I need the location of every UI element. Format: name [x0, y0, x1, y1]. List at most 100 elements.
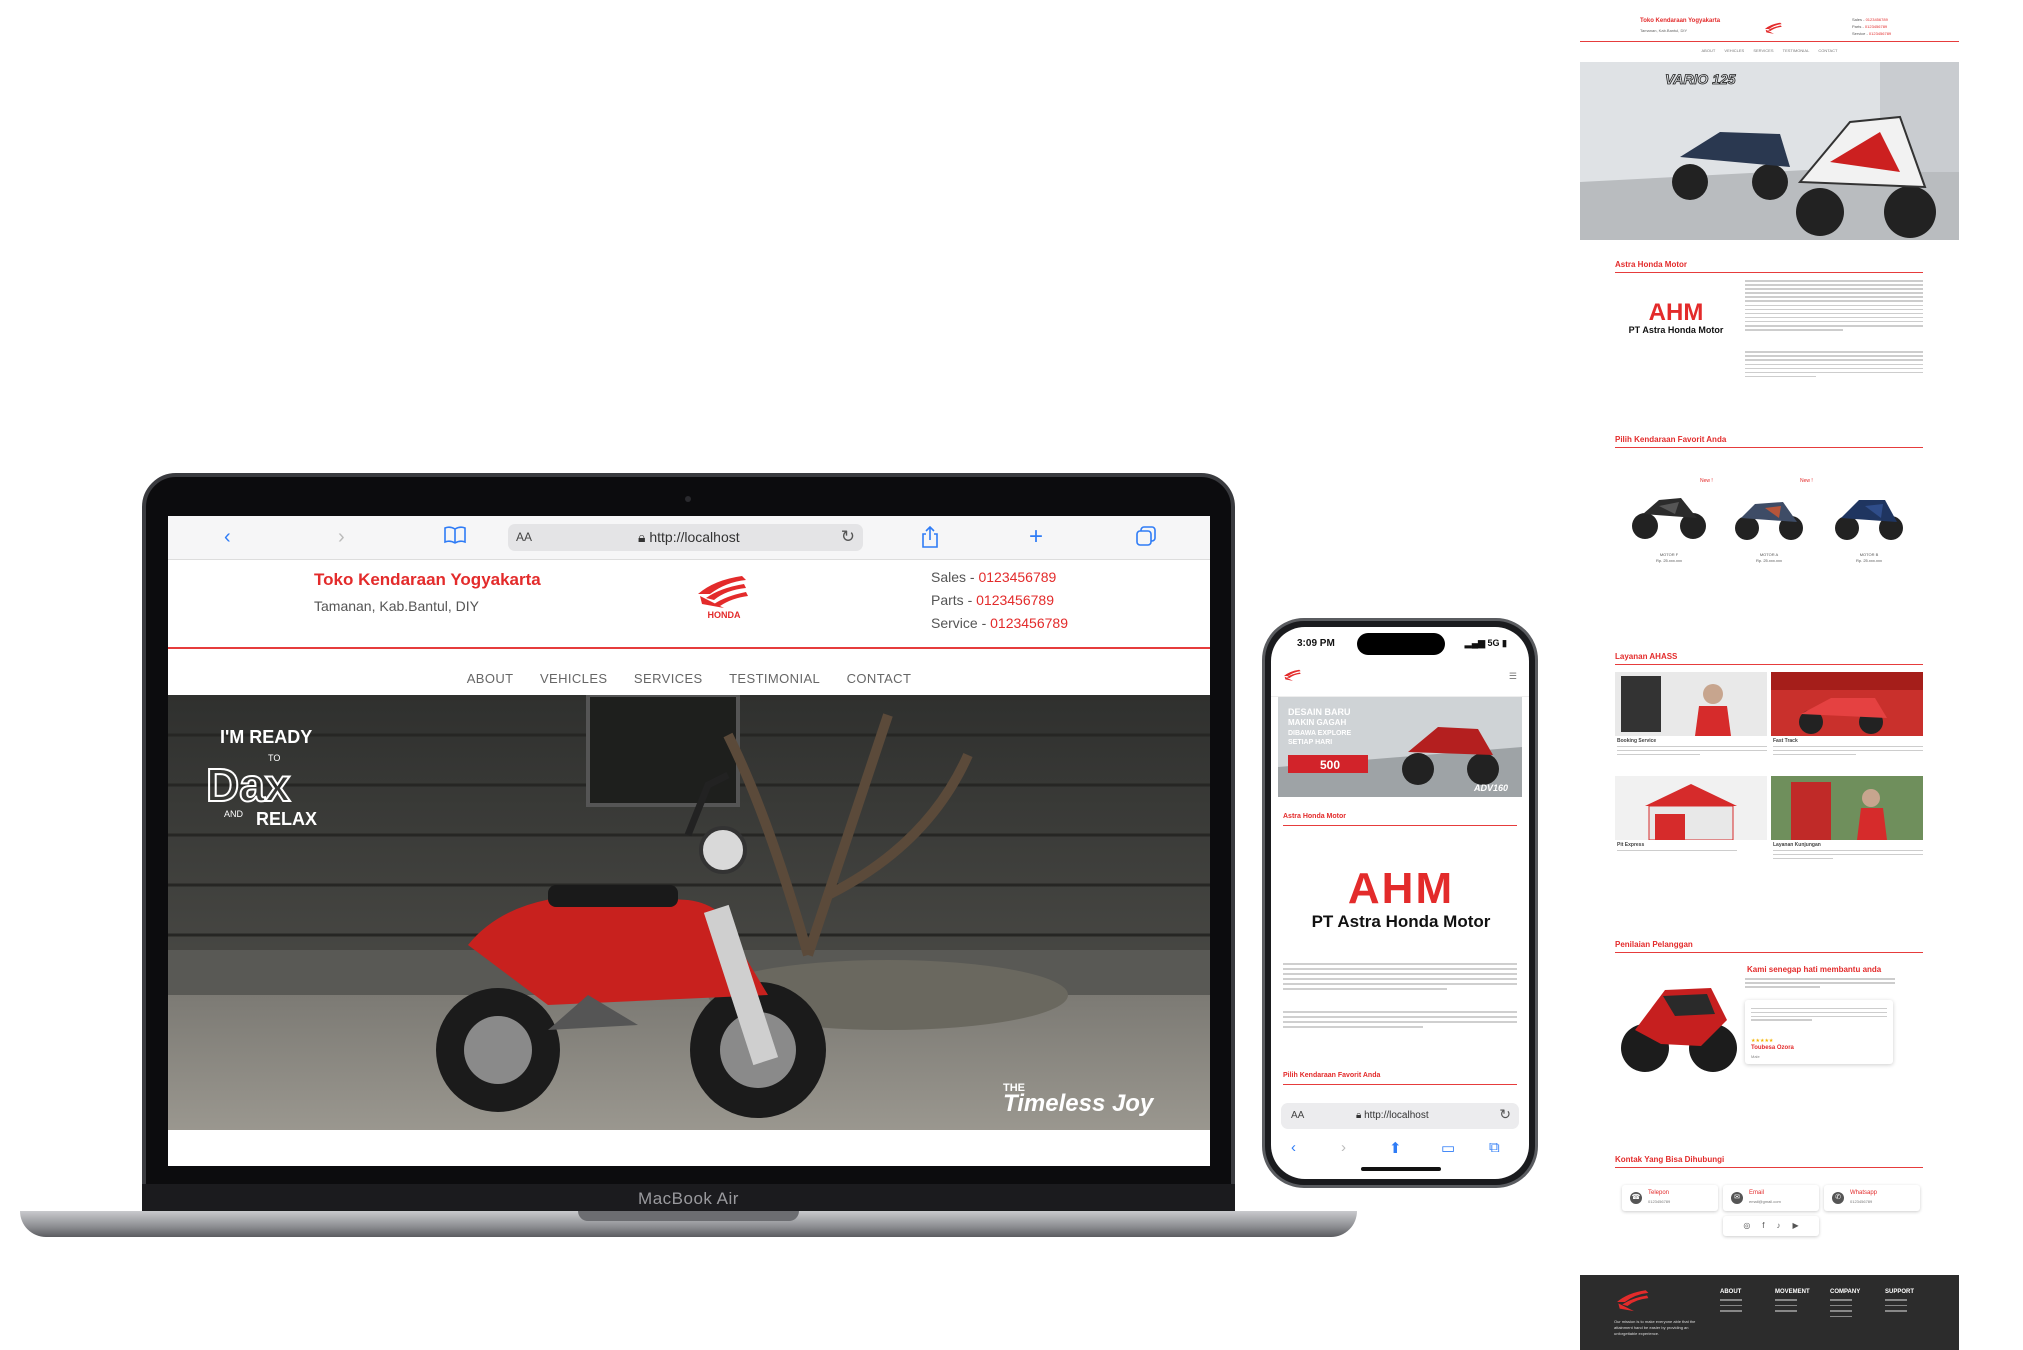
- footer-col-title[interactable]: SUPPORT: [1885, 1289, 1914, 1295]
- service-card-image[interactable]: [1615, 672, 1767, 736]
- store-name[interactable]: Toko Kendaraan Yogyakarta: [314, 570, 541, 590]
- nav-services[interactable]: SERVICES: [1753, 48, 1773, 53]
- section-title-services: Layanan AHASS: [1615, 652, 1678, 661]
- bookmarks-icon[interactable]: [444, 526, 466, 549]
- service-title: Fast Track: [1773, 738, 1798, 744]
- social-links: ◎ f ♪ ▶: [1723, 1216, 1819, 1236]
- contact-numbers: Sales - 0123456789 Parts - 0123456789 Se…: [1852, 16, 1891, 37]
- bookmarks-icon[interactable]: ▭: [1441, 1139, 1455, 1157]
- nav-testimonial[interactable]: TESTIMONIAL: [1783, 48, 1810, 53]
- share-icon[interactable]: [921, 525, 939, 553]
- network-type: 5G: [1487, 638, 1500, 648]
- youtube-icon[interactable]: ▶: [1793, 1221, 1799, 1230]
- contact-parts: Parts - 0123456789: [931, 589, 1068, 612]
- hero-banner: I'M READY TO Dax AND RELAX THE Timeless …: [168, 695, 1210, 1130]
- contact-card-email[interactable]: ✉ Email email@gmail.com: [1723, 1185, 1819, 1211]
- contact-value[interactable]: 0123456789: [1869, 31, 1891, 36]
- laptop-camera: [685, 496, 691, 502]
- section-title-about: Astra Honda Motor: [1615, 260, 1687, 269]
- testimonial-title: Kami senegap hati membantu anda: [1747, 965, 1882, 974]
- motor-b-image[interactable]: [1825, 478, 1913, 548]
- about-paragraph: [1745, 280, 1923, 380]
- section-title-vehicles: Pilih Kendaraan Favorit Anda: [1283, 1072, 1381, 1079]
- menu-icon[interactable]: ☰: [1509, 671, 1517, 682]
- footer-col-title[interactable]: ABOUT: [1720, 1289, 1741, 1295]
- nav-about[interactable]: ABOUT: [1702, 48, 1716, 53]
- service-card-image[interactable]: [1771, 776, 1923, 840]
- phone-address-bar[interactable]: AA 🔒︎ http://localhost ↻: [1281, 1103, 1519, 1129]
- footer-col-company: COMPANY: [1830, 1289, 1860, 1317]
- contact-value[interactable]: 0123456789: [1865, 24, 1887, 29]
- service-description: [1617, 746, 1767, 757]
- about-paragraph: [1283, 963, 1517, 1031]
- preview-hero-banner: VARIO 125: [1580, 62, 1959, 240]
- contact-value[interactable]: 0123456789: [990, 615, 1068, 631]
- slogan-line-5: RELAX: [256, 809, 317, 829]
- footer-col-title[interactable]: COMPANY: [1830, 1289, 1860, 1295]
- instagram-icon[interactable]: ◎: [1743, 1221, 1750, 1230]
- reviewer-role: Male: [1751, 1054, 1760, 1059]
- footer-col-support: SUPPORT: [1885, 1289, 1914, 1312]
- store-address: Tamanan, Kab.Bantul, DIY: [1640, 28, 1688, 33]
- pit-express-image: [1615, 776, 1767, 840]
- contact-value[interactable]: 0123456789: [1866, 17, 1888, 22]
- service-card-image[interactable]: [1771, 672, 1923, 736]
- contact-numbers: Sales - 0123456789 Parts - 0123456789 Se…: [931, 566, 1068, 635]
- vario-banner-illustration: VARIO 125: [1580, 62, 1959, 240]
- section-title-about: Astra Honda Motor: [1283, 813, 1346, 820]
- back-icon[interactable]: ‹: [224, 526, 231, 548]
- banner-line-4: SETIAP HARI: [1288, 739, 1332, 746]
- contact-card-whatsapp[interactable]: ✆ Whatsapp 0123456789: [1824, 1185, 1920, 1211]
- forward-icon[interactable]: ›: [338, 526, 345, 548]
- facebook-icon[interactable]: f: [1762, 1221, 1764, 1230]
- preview-header: Toko Kendaraan Yogyakarta Tamanan, Kab.B…: [1580, 10, 1959, 42]
- nav-vehicles[interactable]: VEHICLES: [1724, 48, 1744, 53]
- footer-col-about: ABOUT: [1720, 1289, 1742, 1312]
- section-divider: [1615, 664, 1923, 665]
- tabs-icon[interactable]: ⧉: [1489, 1139, 1500, 1156]
- phone-hero-banner: DESAIN BARU MAKIN GAGAH DIBAWA EXPLORE S…: [1278, 697, 1522, 797]
- ahm-company-name: PT Astra Honda Motor: [1629, 325, 1724, 335]
- store-name[interactable]: Toko Kendaraan Yogyakarta: [1640, 18, 1720, 24]
- laptop-brand-label: MacBook Air: [638, 1189, 739, 1208]
- reload-icon[interactable]: ↻: [1499, 1106, 1511, 1123]
- service-card-image[interactable]: [1615, 776, 1767, 840]
- honda-wing-logo[interactable]: HONDA: [696, 574, 752, 620]
- lock-icon: 🔒︎: [1356, 1110, 1362, 1121]
- share-icon[interactable]: ⬆︎: [1389, 1139, 1402, 1157]
- contact-value[interactable]: 0123456789: [978, 569, 1056, 585]
- service-title: Booking Service: [1617, 738, 1657, 744]
- nav-contact[interactable]: CONTACT: [1818, 48, 1837, 53]
- new-tab-icon[interactable]: +: [1029, 525, 1043, 549]
- honda-wing-logo[interactable]: [1614, 1289, 1654, 1319]
- honda-wing-logo[interactable]: [1764, 22, 1784, 38]
- phone-browser-toolbar: ‹ › ⬆︎ ▭ ⧉: [1271, 1135, 1529, 1165]
- testimonial-card: ★★★★★ Toubesa Ozora Male: [1745, 1000, 1893, 1064]
- contact-card-phone[interactable]: ☎ Telepon 0123456789: [1622, 1185, 1718, 1211]
- tabs-icon[interactable]: [1136, 526, 1156, 551]
- site-footer: Our mission is to make everyone able tha…: [1580, 1275, 1959, 1350]
- ahm-logo: AHM PT Astra Honda Motor: [1629, 299, 1724, 335]
- honda-wing-logo[interactable]: [1283, 669, 1303, 685]
- footer-col-title[interactable]: MOVEMENT: [1775, 1289, 1810, 1295]
- phone-screen: 3:09 PM ▂▄▆ 5G ▮ ☰ DESAIN BARU MAKIN GAG…: [1271, 627, 1529, 1179]
- forward-icon[interactable]: ›: [1341, 1139, 1346, 1156]
- reload-icon[interactable]: ↻: [841, 527, 855, 547]
- rating-stars: ★★★★★: [1751, 1038, 1774, 1044]
- address-bar[interactable]: AA 🔒︎ http://localhost ↻: [508, 524, 863, 551]
- ahm-logo-text: AHM: [1649, 299, 1704, 326]
- contact-sales: Sales - 0123456789: [1852, 16, 1891, 23]
- text-size-button[interactable]: AA: [516, 530, 532, 544]
- contact-value[interactable]: 0123456789: [976, 592, 1054, 608]
- mockup-stage: ‹ › AA 🔒︎ http://localhost ↻ + Toko Kend…: [0, 0, 2023, 1350]
- ahm-company-name: PT Astra Honda Motor: [1312, 912, 1491, 931]
- motor-f-image[interactable]: [1625, 478, 1713, 548]
- slogan-line-4: AND: [224, 809, 244, 819]
- testimonial-intro: [1745, 978, 1895, 990]
- back-icon[interactable]: ‹: [1291, 1139, 1296, 1156]
- text-size-button[interactable]: AA: [1291, 1110, 1304, 1121]
- banner-model: ADV160: [1473, 783, 1508, 793]
- motor-a-image[interactable]: [1725, 478, 1813, 548]
- tiktok-icon[interactable]: ♪: [1777, 1221, 1781, 1230]
- dynamic-island: [1357, 633, 1445, 655]
